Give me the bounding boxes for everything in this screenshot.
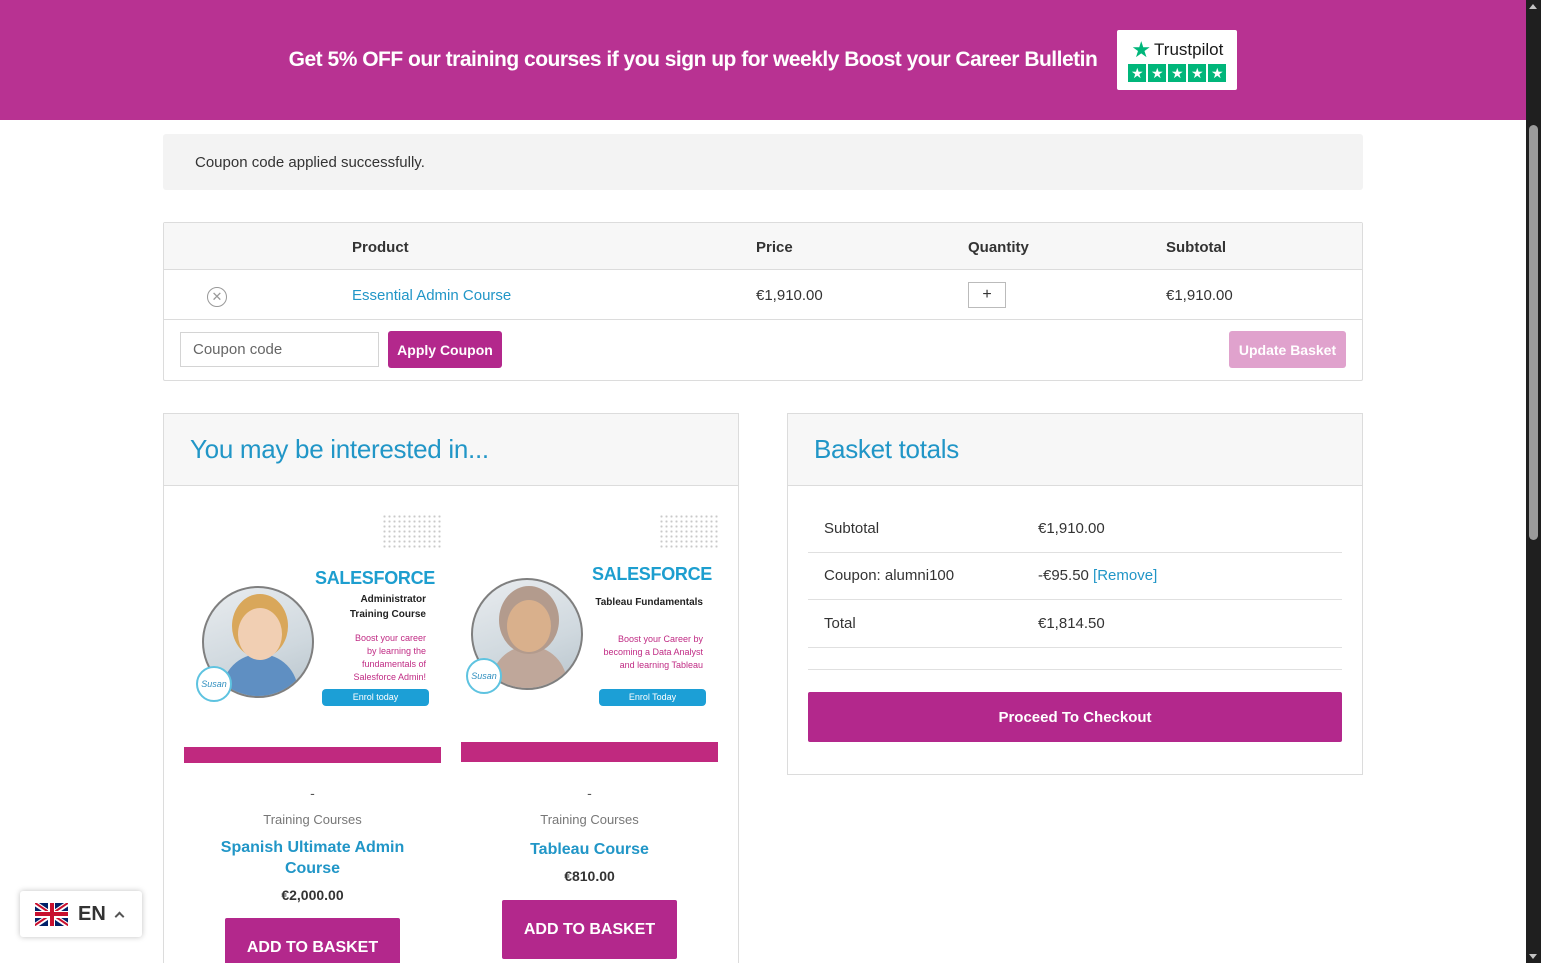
totals-coupon-row: Coupon: alumni100 -€95.50 [Remove]: [808, 552, 1342, 600]
cart-table: Product Price Quantity Subtotal ✕ Essent…: [163, 222, 1363, 381]
image-headline: SALESFORCE: [592, 564, 713, 584]
promo-banner-text[interactable]: Get 5% OFF our training courses if you s…: [289, 48, 1098, 72]
basket-totals-header: Basket totals: [788, 414, 1362, 486]
image-pink-3: fundamentals of: [361, 659, 426, 669]
column-header-quantity: Quantity: [968, 239, 1029, 256]
coupon-success-notice: Coupon code applied successfully.: [163, 134, 1363, 190]
product-dash: -: [587, 785, 592, 801]
language-switcher[interactable]: EN: [20, 891, 142, 937]
rating-star-icon: ★: [1188, 63, 1207, 82]
basket-totals-title: Basket totals: [814, 434, 959, 464]
image-pink-1: Boost your Career by: [617, 634, 703, 644]
trustpilot-label: Trustpilot: [1154, 39, 1224, 59]
coupon-label: Coupon: alumni100: [824, 567, 955, 584]
trustpilot-logo: ★ Trustpilot: [1131, 36, 1224, 62]
rating-star-icon: ★: [1168, 63, 1187, 82]
quantity-stepper[interactable]: +: [968, 282, 1006, 308]
remove-item-icon[interactable]: ✕: [207, 287, 227, 307]
subtotal-label: Subtotal: [824, 520, 880, 537]
image-pink-2: becoming a Data Analyst: [603, 647, 703, 657]
product-card: Susan SALESFORCE Administrator Training …: [184, 506, 442, 963]
product-price: €810.00: [564, 868, 615, 884]
image-pink-bar: [461, 742, 718, 762]
language-code: EN: [78, 902, 106, 925]
proceed-to-checkout-button[interactable]: Proceed To Checkout: [808, 692, 1342, 742]
cart-item-row: ✕ Essential Admin Course €1,910.00 + €1,…: [164, 270, 1362, 320]
notice-message: Coupon code applied successfully.: [195, 153, 425, 171]
product-card: Susan SALESFORCE Tableau Fundamentals Bo…: [461, 506, 719, 959]
product-category: Training Courses: [540, 812, 639, 827]
cross-sells-header: You may be interested in...: [164, 414, 738, 486]
add-to-basket-button[interactable]: ADD TO BASKET: [225, 918, 400, 963]
susan-logo: Susan: [196, 666, 232, 702]
product-category: Training Courses: [263, 812, 362, 827]
total-value: €1,814.50: [1038, 615, 1105, 632]
image-pink-1: Boost your career: [354, 633, 426, 643]
coupon-discount: -€95.50 [Remove]: [1038, 567, 1157, 584]
cart-table-header: Product Price Quantity Subtotal: [164, 223, 1362, 270]
cross-sells-panel: You may be interested in... Susan SALESF…: [163, 413, 739, 963]
image-pink-2: by learning the: [366, 646, 426, 656]
totals-subtotal-row: Subtotal €1,910.00: [808, 505, 1342, 553]
apply-coupon-button[interactable]: Apply Coupon: [388, 331, 502, 368]
product-image-salesforce-admin[interactable]: Susan SALESFORCE Administrator Training …: [184, 506, 442, 768]
product-name-link[interactable]: Tableau Course: [461, 839, 718, 860]
image-line-1: Administrator: [360, 594, 426, 605]
scroll-down-arrow-icon[interactable]: [1529, 954, 1537, 959]
image-line-1: Tableau Fundamentals: [595, 597, 703, 608]
dot-pattern: [382, 514, 442, 548]
dot-pattern: [659, 514, 719, 548]
cart-actions: Apply Coupon Update Basket: [164, 320, 1362, 380]
column-header-product: Product: [352, 239, 409, 256]
column-header-price: Price: [756, 239, 793, 256]
product-dash: -: [310, 785, 315, 801]
image-line-2: Training Course: [349, 609, 426, 620]
chevron-up-icon: [114, 911, 125, 921]
coupon-value: -€95.50: [1038, 567, 1089, 584]
cart-item-name-link[interactable]: Essential Admin Course: [352, 287, 511, 304]
promo-banner[interactable]: Get 5% OFF our training courses if you s…: [0, 0, 1526, 120]
subtotal-value: €1,910.00: [1038, 520, 1105, 537]
totals-divider: [808, 669, 1342, 670]
basket-totals-panel: Basket totals Subtotal €1,910.00 Coupon:…: [787, 413, 1363, 775]
susan-logo: Susan: [466, 658, 502, 694]
scroll-thumb[interactable]: [1529, 125, 1538, 540]
product-price: €2,000.00: [281, 887, 344, 903]
cart-item-price: €1,910.00: [756, 287, 823, 304]
coupon-code-input[interactable]: [180, 332, 379, 367]
scroll-up-arrow-icon[interactable]: [1529, 4, 1537, 9]
total-label: Total: [824, 615, 856, 632]
trustpilot-star-icon: ★: [1131, 36, 1152, 62]
uk-flag-icon: [35, 902, 68, 926]
image-cta: Enrol Today: [599, 689, 706, 706]
image-cta: Enrol today: [322, 689, 429, 706]
remove-coupon-link[interactable]: [Remove]: [1093, 567, 1157, 584]
add-to-basket-button[interactable]: ADD TO BASKET: [502, 900, 677, 959]
update-basket-button[interactable]: Update Basket: [1229, 331, 1346, 368]
trustpilot-rating: ★ ★ ★ ★ ★: [1128, 63, 1227, 82]
rating-star-icon: ★: [1148, 63, 1167, 82]
image-pink-4: Salesforce Admin!: [353, 672, 426, 682]
trustpilot-badge[interactable]: ★ Trustpilot ★ ★ ★ ★ ★: [1117, 30, 1238, 90]
rating-star-icon: ★: [1208, 63, 1227, 82]
totals-total-row: Total €1,814.50: [808, 600, 1342, 648]
page-scrollbar[interactable]: [1526, 0, 1541, 963]
image-headline: SALESFORCE: [315, 568, 436, 588]
cross-sells-title: You may be interested in...: [190, 434, 489, 464]
product-image-tableau[interactable]: Susan SALESFORCE Tableau Fundamentals Bo…: [461, 506, 719, 768]
rating-star-icon: ★: [1128, 63, 1147, 82]
cart-item-subtotal: €1,910.00: [1166, 287, 1233, 304]
image-pink-3: and learning Tableau: [619, 660, 703, 670]
image-pink-bar: [184, 747, 441, 763]
product-name-link[interactable]: Spanish Ultimate Admin Course: [184, 837, 441, 879]
column-header-subtotal: Subtotal: [1166, 239, 1226, 256]
page: Get 5% OFF our training courses if you s…: [0, 0, 1541, 963]
